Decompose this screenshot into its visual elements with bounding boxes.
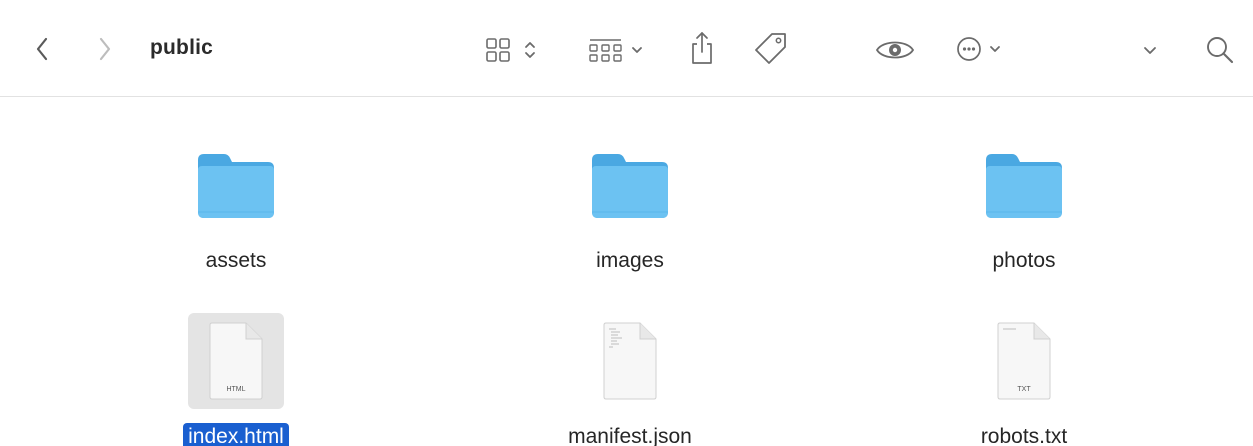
item-label: photos	[992, 249, 1056, 272]
overflow-chevron-icon[interactable]	[1140, 38, 1160, 62]
folder-item-assets[interactable]: assets	[116, 137, 356, 276]
file-badge: TXT	[1017, 386, 1031, 393]
folder-icon	[976, 137, 1072, 233]
tag-icon[interactable]	[752, 30, 790, 68]
item-label[interactable]: index.html	[183, 423, 289, 446]
folder-item-images[interactable]: images	[510, 137, 750, 276]
window-title: public	[150, 36, 214, 59]
group-icon[interactable]	[588, 36, 650, 64]
forward-icon[interactable]	[93, 34, 117, 64]
file-item-manifest-json[interactable]: manifest.json	[510, 313, 750, 446]
item-label: robots.txt	[980, 425, 1068, 446]
toolbar: public	[0, 0, 1253, 97]
html-document-icon: HTML	[188, 313, 284, 409]
file-item-robots-txt[interactable]: TXT robots.txt	[904, 313, 1144, 446]
share-icon[interactable]	[688, 30, 716, 66]
search-icon[interactable]	[1204, 34, 1236, 66]
file-item-index-html[interactable]: HTML index.html	[116, 313, 356, 446]
text-document-icon: TXT	[976, 313, 1072, 409]
quick-look-icon[interactable]	[874, 36, 916, 64]
item-label: manifest.json	[568, 425, 692, 446]
file-badge: HTML	[226, 386, 245, 393]
folder-item-photos[interactable]: photos	[904, 137, 1144, 276]
icon-view-icon[interactable]	[484, 36, 550, 64]
item-label: assets	[205, 249, 267, 272]
folder-icon	[188, 137, 284, 233]
back-icon[interactable]	[30, 34, 54, 64]
json-document-icon	[582, 313, 678, 409]
item-label: images	[596, 249, 664, 272]
file-grid: assets images photos HTML index.html man…	[0, 97, 1253, 446]
finder-window: public assets images photos HTML index.h…	[0, 0, 1253, 446]
more-actions-icon[interactable]	[956, 34, 1006, 64]
folder-icon	[582, 137, 678, 233]
